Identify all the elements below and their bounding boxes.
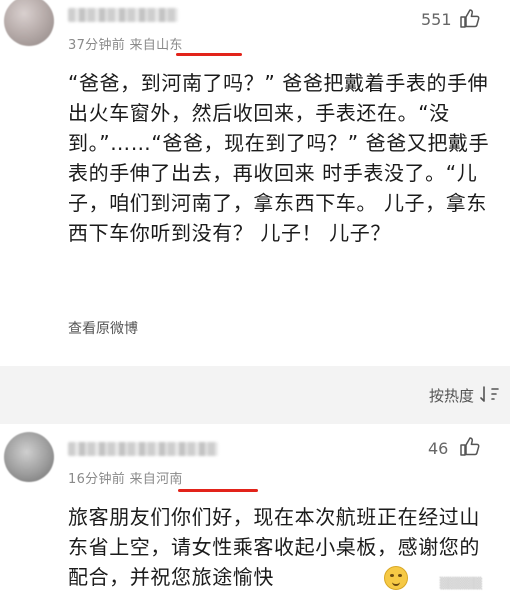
location-highlight xyxy=(176,53,242,56)
like-count: 46 xyxy=(428,439,449,458)
comment-text: “爸爸，到河南了吗？” 爸爸把戴着手表的手伸出火车窗外，然后收回来，手表还在。“… xyxy=(68,71,490,245)
like-count: 551 xyxy=(421,10,452,29)
comment-meta: 16分钟前 来自河南 xyxy=(68,468,258,492)
sort-by-hot-button[interactable]: 按热度 xyxy=(429,385,474,406)
thumbs-up-icon[interactable] xyxy=(459,8,481,28)
view-original-link[interactable]: 查看原微博 xyxy=(68,318,138,338)
meta-text: 16分钟前 来自河南 xyxy=(68,472,183,487)
sort-icon[interactable] xyxy=(480,384,500,404)
meta-text: 37分钟前 来自山东 xyxy=(68,38,183,53)
location-highlight xyxy=(178,489,258,492)
thumbs-up-icon[interactable] xyxy=(459,436,481,456)
username-redacted[interactable] xyxy=(68,442,218,456)
avatar[interactable] xyxy=(4,0,54,46)
watermark: ▒▒▒▒▒ xyxy=(439,577,482,590)
avatar[interactable] xyxy=(4,432,54,482)
username-redacted[interactable] xyxy=(68,8,178,22)
comment-meta: 37分钟前 来自山东 xyxy=(68,34,242,56)
comment-text: 旅客朋友们你们好，现在本次航班正在经过山东省上空，请女性乘客收起小桌板，感谢您的… xyxy=(68,505,480,589)
grin-emoji-icon xyxy=(384,566,408,590)
